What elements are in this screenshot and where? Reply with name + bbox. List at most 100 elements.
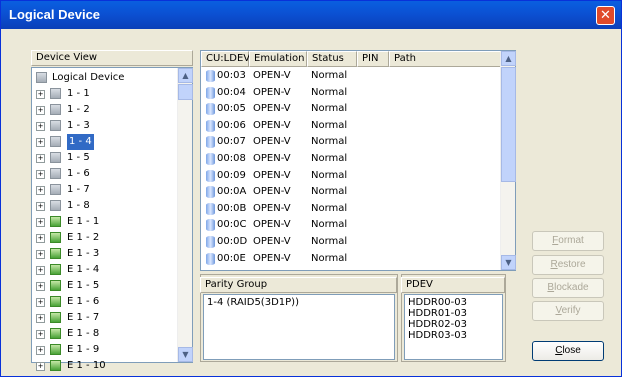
device-view-header: Device View	[31, 50, 193, 66]
status-cell: Normal	[311, 202, 348, 214]
table-row[interactable]: 00:08 OPEN-V Normal	[201, 151, 499, 167]
table-row[interactable]: 00:06 OPEN-V Normal	[201, 118, 499, 134]
expand-icon[interactable]: +	[36, 122, 45, 131]
tree-item-label: 1 - 6	[67, 168, 90, 179]
status-cell: Normal	[311, 252, 348, 264]
expand-icon[interactable]: +	[36, 202, 45, 211]
expand-icon[interactable]: +	[36, 298, 45, 307]
scroll-thumb[interactable]	[178, 84, 193, 100]
pdev-item[interactable]: HDDR03-03	[408, 330, 467, 341]
expand-icon[interactable]: +	[36, 266, 45, 275]
ldev-icon	[206, 103, 215, 116]
pdev-item[interactable]: HDDR01-03	[408, 308, 467, 319]
external-group-icon	[50, 360, 61, 371]
parity-group-icon	[50, 168, 61, 179]
parity-group-icon	[50, 152, 61, 163]
pdev-item[interactable]: HDDR02-03	[408, 319, 467, 330]
table-row[interactable]: 00:0C OPEN-V Normal	[201, 217, 499, 233]
external-group-icon	[50, 280, 61, 291]
tree-item-label: E 1 - 9	[67, 344, 100, 355]
parity-group-icon	[50, 120, 61, 131]
expand-icon[interactable]: +	[36, 362, 45, 371]
expand-icon[interactable]: +	[36, 346, 45, 355]
table-row[interactable]: 00:03 OPEN-V Normal	[201, 68, 499, 84]
external-group-icon	[50, 296, 61, 307]
ldev-scrollbar[interactable]: ▲ ▼	[500, 51, 516, 270]
expand-icon[interactable]: +	[36, 186, 45, 195]
expand-icon[interactable]: +	[36, 314, 45, 323]
table-row[interactable]: 00:0D OPEN-V Normal	[201, 234, 499, 250]
tree-item-label: 1 - 4	[67, 134, 94, 150]
verify-label-post: erify	[561, 305, 581, 316]
expand-icon[interactable]: +	[36, 106, 45, 115]
pdev-list[interactable]: HDDR00-03 HDDR01-03 HDDR02-03 HDDR03-03	[404, 294, 503, 360]
cu-ldev-cell: 00:09	[217, 169, 246, 181]
expand-icon[interactable]: +	[36, 90, 45, 99]
cu-ldev-cell: 00:06	[217, 119, 246, 131]
restore-button[interactable]: Restore	[532, 255, 604, 275]
expand-icon[interactable]: +	[36, 282, 45, 291]
scroll-up-icon[interactable]: ▲	[501, 51, 516, 66]
ldev-icon	[206, 186, 215, 199]
storage-folder-icon	[36, 72, 47, 83]
external-group-icon	[50, 328, 61, 339]
scroll-up-icon[interactable]: ▲	[178, 68, 193, 83]
pdev-item[interactable]: HDDR00-03	[408, 297, 467, 308]
blockade-button[interactable]: Blockade	[532, 278, 604, 298]
table-row[interactable]: 00:0A OPEN-V Normal	[201, 184, 499, 200]
column-header[interactable]: Status	[307, 51, 357, 67]
parity-group-icon	[50, 136, 61, 147]
tree-root-label: Logical Device	[52, 72, 125, 83]
status-cell: Normal	[311, 103, 348, 115]
table-row[interactable]: 00:04 OPEN-V Normal	[201, 85, 499, 101]
parity-group-header: Parity Group	[200, 277, 397, 293]
tree-item-label: 1 - 7	[67, 184, 90, 195]
tree-item-label: 1 - 1	[67, 88, 90, 99]
table-row[interactable]: 00:05 OPEN-V Normal	[201, 101, 499, 117]
scroll-down-icon[interactable]: ▼	[501, 255, 516, 270]
table-row[interactable]: 00:07 OPEN-V Normal	[201, 134, 499, 150]
cu-ldev-cell: 00:03	[217, 70, 246, 81]
external-group-icon	[50, 248, 61, 259]
tree-item-label: E 1 - 3	[67, 248, 100, 259]
table-row[interactable]: 00:09 OPEN-V Normal	[201, 168, 499, 184]
expand-icon[interactable]: +	[36, 234, 45, 243]
close-window-button[interactable]: ✕	[596, 6, 615, 25]
cu-ldev-cell: 00:08	[217, 153, 246, 164]
emulation-cell: OPEN-V	[253, 219, 291, 231]
expand-icon[interactable]: +	[36, 330, 45, 339]
table-row[interactable]: 00:0E OPEN-V Normal	[201, 251, 499, 267]
ldev-icon	[206, 252, 215, 265]
parity-group-list[interactable]: 1-4 (RAID5(3D1P))	[203, 294, 395, 360]
ldev-table[interactable]: CU:LDEV Emulation Status PIN Path 00:03 OPEN-V…	[200, 50, 516, 271]
verify-button[interactable]: Verify	[532, 301, 604, 321]
device-view-tree[interactable]: Logical Device +1 - 1 +1 - 2 +1 - 3 +1 - 4 +1…	[31, 67, 193, 371]
status-cell: Normal	[311, 169, 348, 181]
close-label-post: lose	[562, 345, 581, 356]
expand-icon[interactable]: +	[36, 218, 45, 227]
cu-ldev-cell: 00:0B	[217, 202, 247, 214]
cu-ldev-cell: 00:07	[217, 136, 246, 148]
expand-icon[interactable]: +	[36, 138, 45, 147]
column-header[interactable]: Path	[389, 51, 501, 67]
parity-group-icon	[50, 200, 61, 211]
emulation-cell: OPEN-V	[253, 119, 291, 131]
tree-item-label: E 1 - 5	[67, 280, 100, 291]
status-cell: Normal	[311, 186, 348, 198]
expand-icon[interactable]: +	[36, 250, 45, 259]
close-button[interactable]: Close	[532, 341, 604, 361]
column-header[interactable]: CU:LDEV	[201, 51, 250, 67]
emulation-cell: OPEN-V	[253, 169, 291, 181]
table-row[interactable]: 00:0B OPEN-V Normal	[201, 201, 499, 217]
column-header[interactable]: Emulation	[249, 51, 307, 67]
format-button[interactable]: Format	[532, 231, 604, 251]
status-cell: Normal	[311, 70, 348, 81]
cu-ldev-cell: 00:0E	[217, 252, 246, 264]
expand-icon[interactable]: +	[36, 170, 45, 179]
column-header[interactable]: PIN	[357, 51, 389, 67]
scroll-thumb[interactable]	[501, 67, 516, 182]
expand-icon[interactable]: +	[36, 154, 45, 163]
title-bar[interactable]: Logical Device ✕	[1, 1, 621, 29]
tree-scrollbar[interactable]: ▲ ▼	[177, 68, 193, 362]
scroll-down-icon[interactable]: ▼	[178, 347, 193, 362]
